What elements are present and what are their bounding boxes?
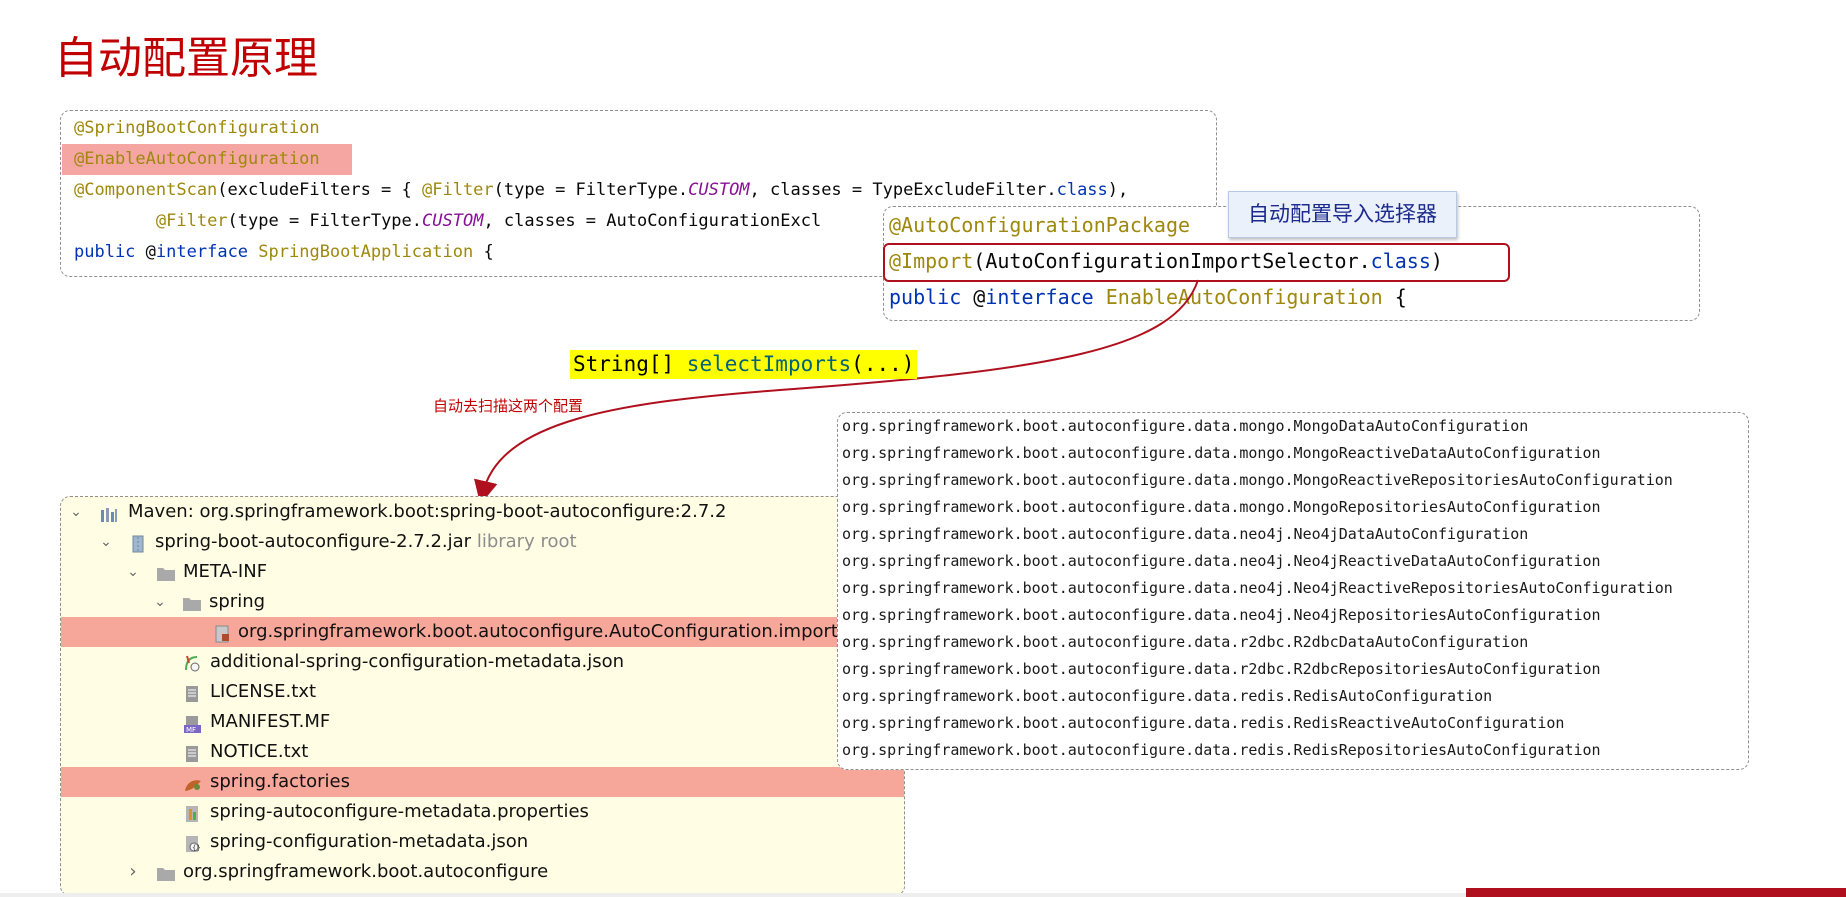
tree-item-label: NOTICE.txt <box>210 741 309 762</box>
footer-ribbon <box>1466 888 1846 897</box>
import-line: org.springframework.boot.autoconfigure.d… <box>842 606 1601 624</box>
json-file-icon <box>183 653 201 672</box>
json-file-icon: {} <box>183 833 201 852</box>
import-line: org.springframework.boot.autoconfigure.d… <box>842 741 1601 759</box>
scan-label: 自动去扫描这两个配置 <box>433 397 584 415</box>
import-line: org.springframework.boot.autoconfigure.d… <box>842 633 1529 651</box>
tree-item-manifest[interactable]: MF MANIFEST.MF <box>61 707 904 737</box>
tree-item-autoconfigure-metadata-properties[interactable]: spring-autoconfigure-metadata.properties <box>61 797 904 827</box>
tree-item-label: org.springframework.boot.autoconfigure <box>183 861 549 882</box>
text-file-icon <box>183 743 201 762</box>
factories-file-icon <box>183 773 201 791</box>
tree-item-auto-configuration-imports[interactable]: org.springframework.boot.autoconfigure.A… <box>61 617 904 647</box>
tree-item-configuration-metadata-json[interactable]: {} spring-configuration-metadata.json <box>61 827 904 857</box>
tree-item-notice[interactable]: NOTICE.txt <box>61 737 904 767</box>
tree-item-label: additional-spring-configuration-metadata… <box>210 651 625 672</box>
import-line: org.springframework.boot.autoconfigure.d… <box>842 525 1529 543</box>
tree-item-maven-library[interactable]: ⌄ Maven: org.springframework.boot:spring… <box>61 497 904 527</box>
library-root-note: library root <box>476 531 577 552</box>
svg-text:{}: {} <box>192 844 201 852</box>
chevron-down-icon[interactable]: ⌄ <box>127 557 139 587</box>
chevron-down-icon[interactable]: ⌄ <box>70 497 82 527</box>
import-line: org.springframework.boot.autoconfigure.d… <box>842 471 1673 489</box>
tree-item-jar[interactable]: ⌄ spring-boot-autoconfigure-2.7.2.jar li… <box>61 527 904 557</box>
tree-item-label: spring <box>209 591 266 612</box>
tree-item-label: spring.factories <box>210 771 350 792</box>
import-line: org.springframework.boot.autoconfigure.d… <box>842 552 1601 570</box>
tree-item-spring-factories[interactable]: spring.factories <box>61 767 904 797</box>
text-file-icon <box>183 683 201 702</box>
folder-icon <box>182 593 201 611</box>
import-line: org.springframework.boot.autoconfigure.d… <box>842 687 1493 705</box>
folder-icon <box>156 563 175 581</box>
tree-item-meta-inf[interactable]: ⌄ META-INF <box>61 557 904 587</box>
chevron-down-icon[interactable]: ⌄ <box>154 587 166 617</box>
tree-item-label: LICENSE.txt <box>210 681 317 702</box>
project-tree-panel: ⌄ Maven: org.springframework.boot:spring… <box>60 496 905 896</box>
tree-item-autoconfigure-package[interactable]: › org.springframework.boot.autoconfigure <box>61 857 904 887</box>
tree-item-spring-folder[interactable]: ⌄ spring <box>61 587 904 617</box>
tree-item-additional-metadata-json[interactable]: additional-spring-configuration-metadata… <box>61 647 904 677</box>
return-type: String[] <box>573 352 687 376</box>
jar-icon <box>129 533 147 553</box>
folder-icon <box>156 863 175 881</box>
tree-item-label: Maven: org.springframework.boot:spring-b… <box>128 501 727 522</box>
tree-item-label: spring-configuration-metadata.json <box>210 831 529 852</box>
tree-item-label: spring-autoconfigure-metadata.properties <box>210 801 589 822</box>
maven-library-icon <box>100 503 118 522</box>
tree-item-label: META-INF <box>183 561 268 582</box>
imports-file-icon <box>213 623 231 643</box>
method-args: (...) <box>851 352 915 376</box>
import-line: org.springframework.boot.autoconfigure.d… <box>842 579 1673 597</box>
tree-item-label: org.springframework.boot.autoconfigure.A… <box>238 621 848 642</box>
import-line: org.springframework.boot.autoconfigure.d… <box>842 498 1601 516</box>
tree-item-label: spring-boot-autoconfigure-2.7.2.jar libr… <box>155 527 577 557</box>
tree-item-license[interactable]: LICENSE.txt <box>61 677 904 707</box>
manifest-file-icon: MF <box>183 713 201 734</box>
jar-name: spring-boot-autoconfigure-2.7.2.jar <box>155 531 472 552</box>
method-name: selectImports <box>686 352 852 376</box>
import-line: org.springframework.boot.autoconfigure.d… <box>842 714 1565 732</box>
svg-text:MF: MF <box>186 726 196 733</box>
tree-item-label: MANIFEST.MF <box>210 711 331 732</box>
import-line: org.springframework.boot.autoconfigure.d… <box>842 417 1529 435</box>
auto-configuration-imports-content: org.springframework.boot.autoconfigure.d… <box>837 412 1749 770</box>
import-line: org.springframework.boot.autoconfigure.d… <box>842 660 1601 678</box>
properties-file-icon <box>183 803 201 822</box>
import-line: org.springframework.boot.autoconfigure.d… <box>842 444 1601 462</box>
chevron-right-icon[interactable]: › <box>127 857 139 887</box>
select-imports-method: String[] selectImports(...) <box>570 350 918 379</box>
chevron-down-icon[interactable]: ⌄ <box>100 527 112 557</box>
